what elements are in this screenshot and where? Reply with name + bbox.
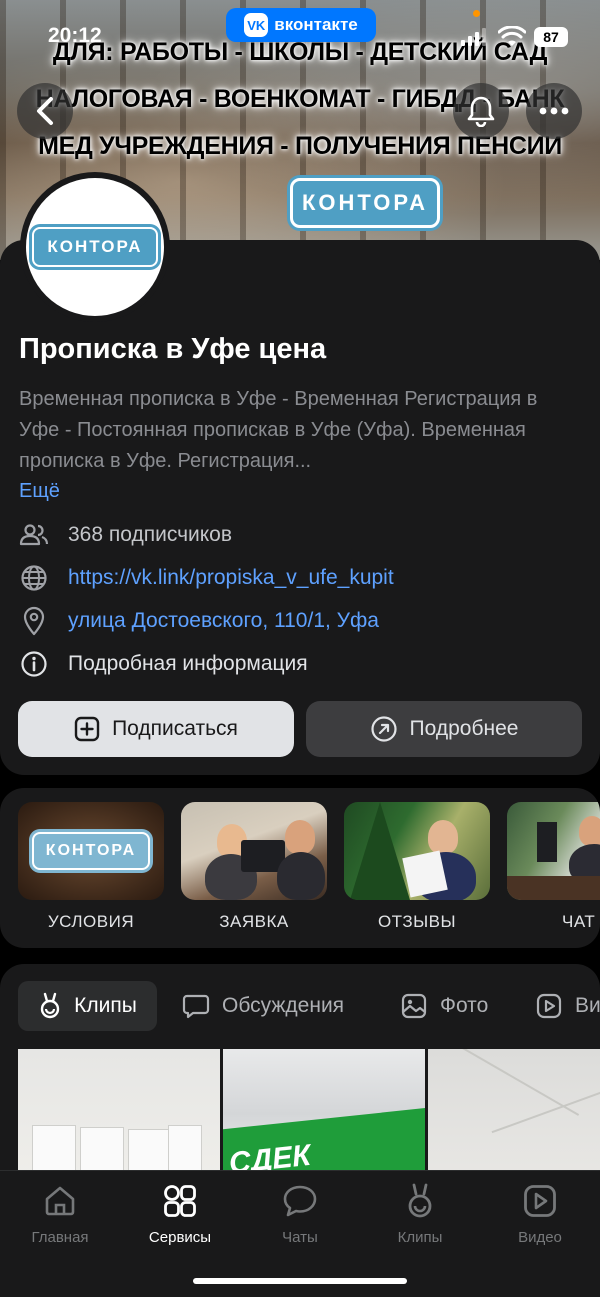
story-thumbnail xyxy=(181,802,327,900)
address-row[interactable]: улица Достоевского, 110/1, Уфа xyxy=(18,606,379,636)
story-label: ОТЗЫВЫ xyxy=(377,912,457,931)
location-pin-icon xyxy=(18,606,50,636)
story-thumbnail xyxy=(344,802,490,900)
tabbar-clips-label: Клипы xyxy=(397,1229,443,1246)
wifi-icon xyxy=(498,26,526,46)
more-info-button[interactable]: Подробнее xyxy=(306,701,582,757)
video-play-icon xyxy=(522,1179,558,1223)
bell-icon xyxy=(467,96,495,127)
avatar[interactable]: КОНТОРА xyxy=(20,172,170,322)
home-indicator[interactable] xyxy=(193,1278,407,1284)
ellipsis-icon xyxy=(539,107,569,115)
kontora-sign: КОНТОРА xyxy=(290,178,440,228)
chat-bubble-icon xyxy=(282,1179,318,1223)
tab-video[interactable]: Ви xyxy=(535,981,600,1031)
globe-icon xyxy=(18,563,50,593)
page-title: Прописка в Уфе цена xyxy=(19,333,327,365)
arrow-up-right-circle-icon xyxy=(370,716,397,742)
speech-bubble-icon xyxy=(182,994,210,1019)
tabbar-home-label: Главная xyxy=(31,1229,89,1246)
story-person xyxy=(579,816,600,846)
info-icon xyxy=(18,649,50,679)
description-more-link[interactable]: Ещё xyxy=(19,480,60,503)
back-button[interactable] xyxy=(17,83,73,139)
users-icon xyxy=(18,520,50,550)
cover-text-line2: НАЛОГОВАЯ - ВОЕНКОМАТ - ГИБДД - БАНК xyxy=(35,85,565,113)
clip-thumbnail[interactable]: СДЕК xyxy=(223,1049,425,1179)
tab-discussions[interactable]: Обсуждения xyxy=(182,981,344,1031)
subscribers-row[interactable]: 368 подписчиков xyxy=(18,520,232,550)
services-grid-icon xyxy=(162,1179,198,1223)
tab-photo-label: Фото xyxy=(440,994,489,1017)
story-item[interactable]: ЗАЯВКА xyxy=(181,802,327,932)
subscribers-count: 368 подписчиков xyxy=(68,523,233,546)
tabbar-chats[interactable]: Чаты xyxy=(240,1179,360,1246)
story-person xyxy=(285,820,315,854)
tabbar-services[interactable]: Сервисы xyxy=(120,1179,240,1246)
page-description: Временная прописка в Уфе - Временная Рег… xyxy=(19,388,538,472)
story-item[interactable]: ОТЗЫВЫ xyxy=(344,802,490,932)
website-link[interactable]: https://vk.link/propiska_v_ufe_kupit xyxy=(68,566,394,590)
website-row[interactable]: https://vk.link/propiska_v_ufe_kupit xyxy=(18,563,394,593)
story-label: ЗАЯВКА xyxy=(219,912,289,931)
details-label: Подробная информация xyxy=(68,652,308,675)
clips-icon xyxy=(40,992,60,1019)
story-item[interactable]: КОНТОРА УСЛОВИЯ xyxy=(18,802,164,932)
avatar-kontora-sign: КОНТОРА xyxy=(32,227,158,267)
status-bar: 20:12 VK вконтакте 87 xyxy=(0,0,600,60)
tabbar-chats-label: Чаты xyxy=(282,1229,318,1246)
cellular-signal-icon xyxy=(461,28,486,46)
tab-discussions-label: Обсуждения xyxy=(222,994,345,1017)
vk-app-badge[interactable]: VK вконтакте xyxy=(226,8,376,42)
clip-line xyxy=(491,1086,600,1134)
status-time: 20:12 xyxy=(48,24,102,47)
address-link[interactable]: улица Достоевского, 110/1, Уфа xyxy=(68,609,379,633)
details-row[interactable]: Подробная информация xyxy=(18,649,308,679)
story-person xyxy=(428,820,458,854)
notifications-button[interactable] xyxy=(453,83,509,139)
home-icon xyxy=(43,1179,77,1223)
more-info-label: Подробнее xyxy=(409,717,519,740)
subscribe-button[interactable]: Подписаться xyxy=(18,701,294,757)
tabbar-home[interactable]: Главная xyxy=(0,1179,120,1246)
story-thumbnail: КОНТОРА xyxy=(18,802,164,900)
cover-text-line3: МЕД УЧРЕЖДЕНИЯ - ПОЛУЧЕНИЯ ПЕНСИИ xyxy=(38,132,562,160)
story-kontora-sign: КОНТОРА xyxy=(32,832,150,870)
vk-app-label: вконтакте xyxy=(274,15,358,34)
story-document xyxy=(402,850,448,898)
chevron-left-icon xyxy=(37,97,53,125)
subscribe-label: Подписаться xyxy=(112,717,238,740)
photo-icon xyxy=(401,993,427,1019)
plus-square-icon xyxy=(74,716,100,742)
tabbar-video[interactable]: Видео xyxy=(480,1179,600,1246)
story-item[interactable]: ЧАТ xyxy=(507,802,600,932)
tab-video-label: Ви xyxy=(575,994,600,1017)
tabbar-clips[interactable]: Клипы xyxy=(360,1179,480,1246)
video-icon xyxy=(536,993,562,1019)
stories-section: КОНТОРА УСЛОВИЯ ЗАЯВКА ОТЗЫВЫ ЧАТ xyxy=(0,788,600,948)
story-label: УСЛОВИЯ xyxy=(47,912,135,931)
story-tree xyxy=(350,802,410,900)
privacy-indicator-dot xyxy=(473,10,480,17)
clips-icon xyxy=(405,1179,435,1223)
story-thumbnail xyxy=(507,802,600,900)
story-monitor xyxy=(537,822,557,862)
tab-clips-label: Клипы xyxy=(74,994,137,1017)
story-person-body xyxy=(277,852,325,900)
story-desk xyxy=(507,876,600,900)
tabbar-services-label: Сервисы xyxy=(148,1229,212,1246)
more-options-button[interactable] xyxy=(526,83,582,139)
clip-thumbnail[interactable] xyxy=(428,1049,600,1179)
tabbar-video-label: Видео xyxy=(518,1229,562,1246)
battery-indicator: 87 xyxy=(534,27,568,47)
story-label: ЧАТ xyxy=(562,912,596,931)
tab-clips[interactable]: Клипы xyxy=(18,981,157,1031)
clip-thumbnail[interactable] xyxy=(18,1049,220,1179)
tab-photo[interactable]: Фото xyxy=(400,981,488,1031)
vk-logo-icon: VK xyxy=(244,13,269,37)
